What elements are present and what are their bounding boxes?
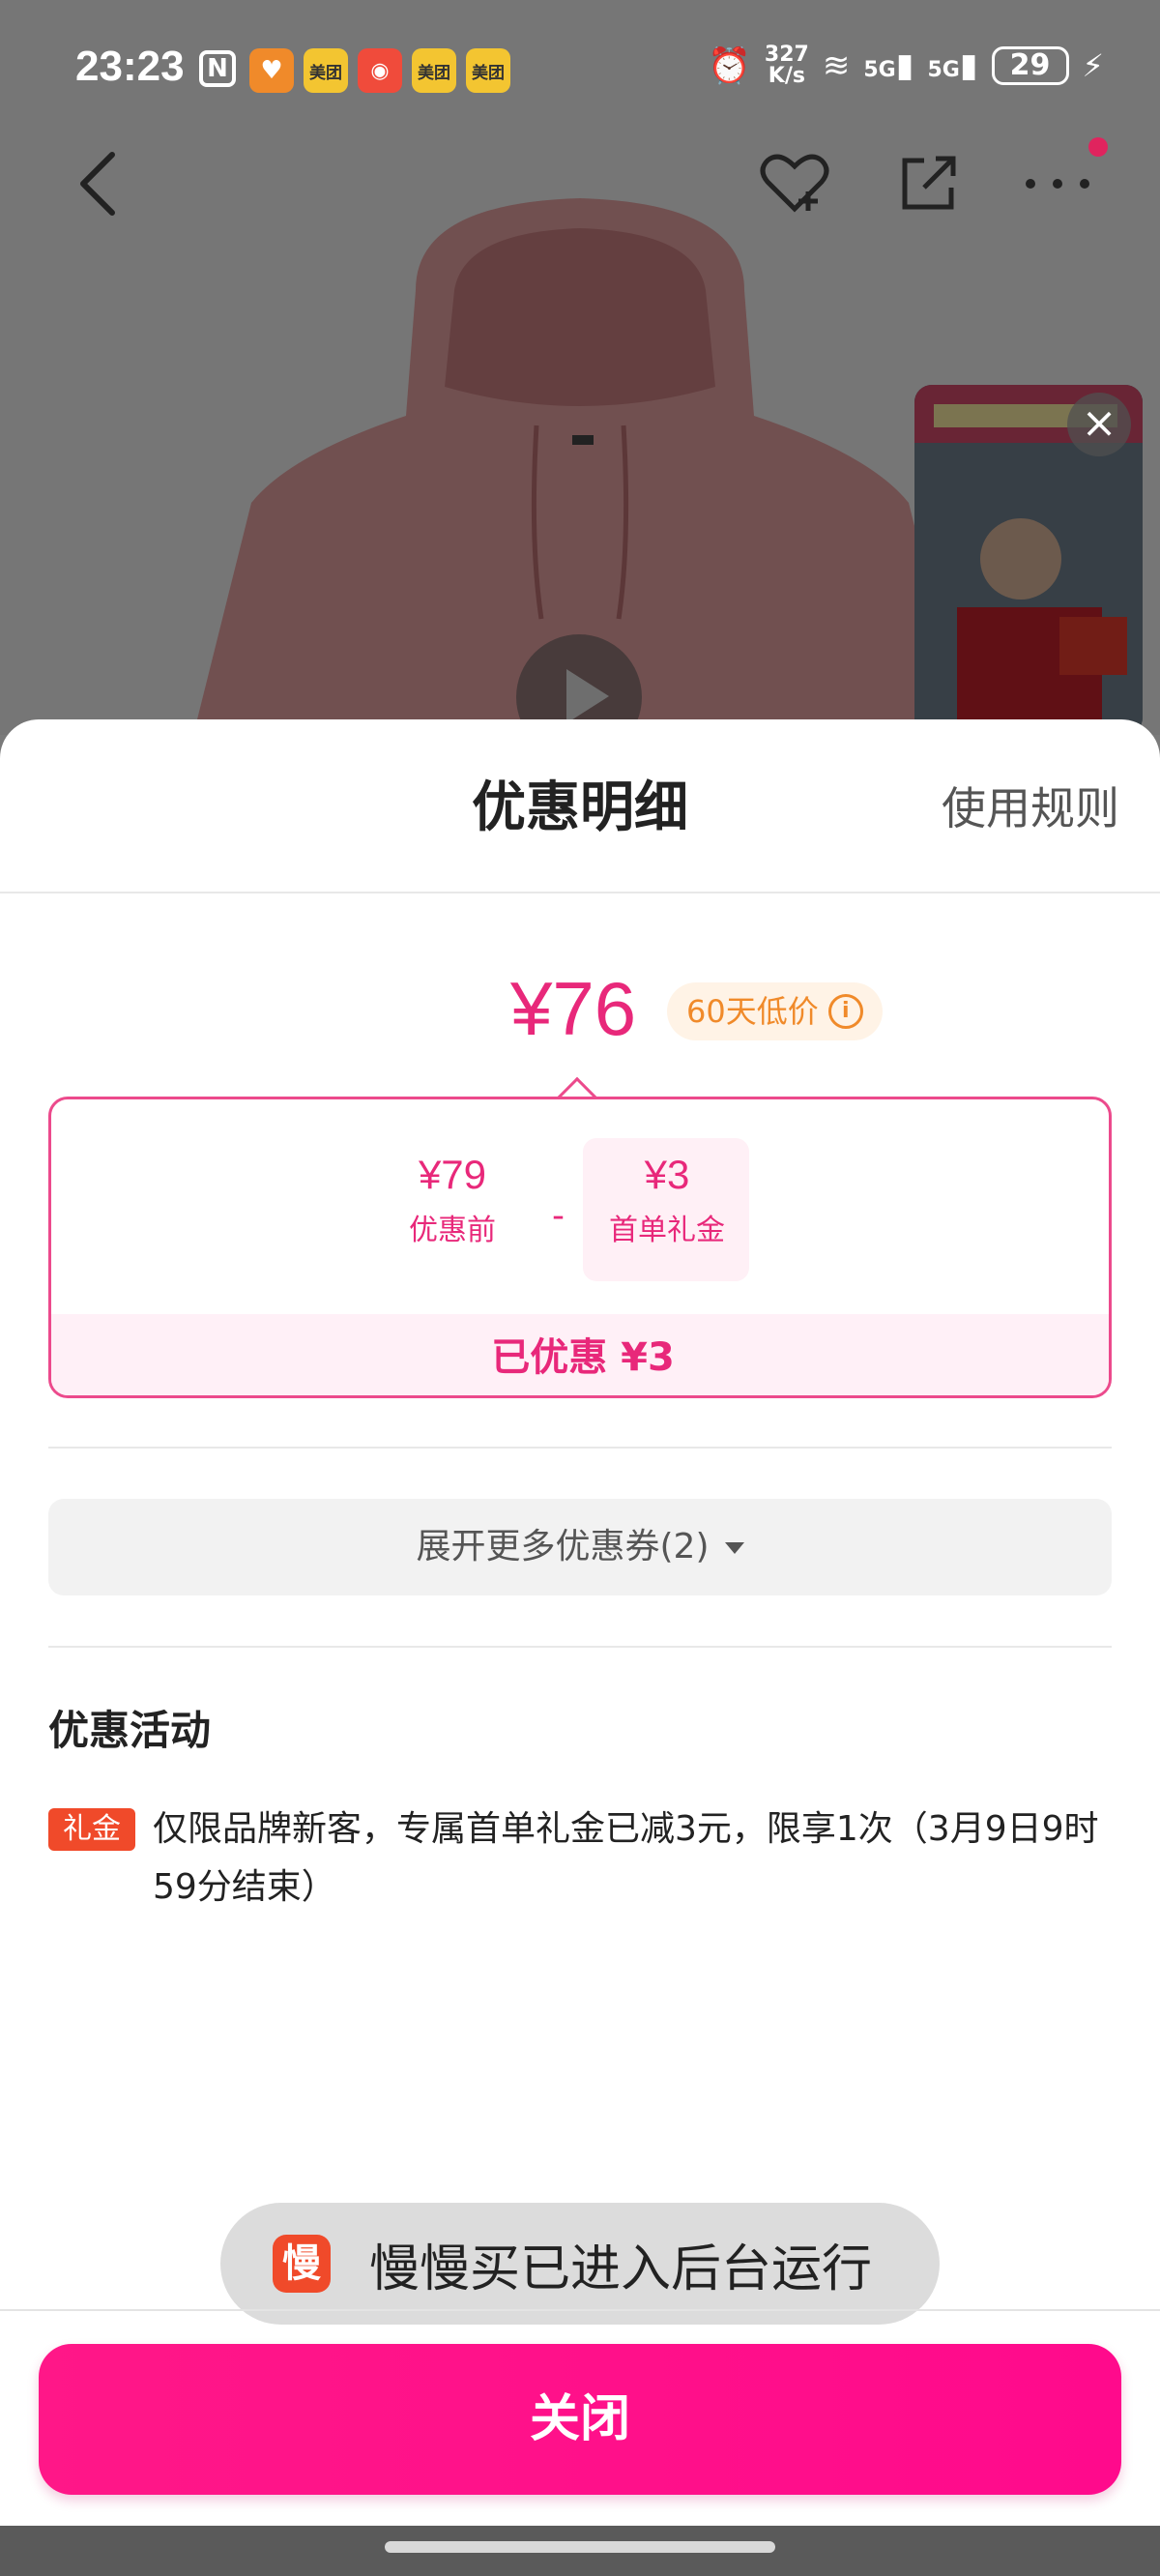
share-icon[interactable]	[895, 149, 963, 217]
close-button[interactable]: 关闭	[39, 2344, 1121, 2495]
signal-label: 5G	[863, 58, 896, 82]
promo-section-title: 优惠活动	[48, 1707, 212, 1754]
saved-amount: 已优惠 ¥3	[51, 1314, 1109, 1395]
manmanmai-app-icon: 慢	[273, 2235, 331, 2293]
expand-coupons-button[interactable]: 展开更多优惠券(2)	[48, 1499, 1112, 1595]
divider	[0, 892, 1160, 893]
minus-sign: -	[552, 1196, 565, 1236]
app-notification-icon: ◉	[358, 48, 402, 93]
back-icon[interactable]	[68, 145, 135, 222]
expand-coupons-label: 展开更多优惠券(2)	[416, 1527, 710, 1566]
more-icon[interactable]	[1019, 164, 1096, 203]
original-price-item: ¥79 优惠前	[370, 1152, 535, 1248]
network-speed-unit: K/s	[768, 64, 805, 88]
app-notification-icon: ♥	[249, 48, 294, 93]
nfc-icon: N	[199, 50, 236, 87]
network-speed: 327 K/s	[765, 44, 809, 87]
wifi-icon: ≋	[822, 46, 851, 85]
background-toast: 慢 慢慢买已进入后台运行	[220, 2203, 940, 2325]
signal-icon: 5G▮	[927, 46, 978, 85]
close-live-icon[interactable]: ×	[1067, 393, 1131, 456]
price-calculation-box: ¥79 优惠前 - ¥3 首单礼金 已优惠 ¥3	[48, 1097, 1112, 1398]
gift-label: 首单礼金	[609, 1214, 725, 1247]
gift-item: ¥3 首单礼金	[585, 1152, 749, 1248]
original-price-value: ¥79	[418, 1152, 487, 1197]
promo-tag: 礼金	[48, 1808, 135, 1851]
divider	[48, 1447, 1112, 1449]
meituan-icon: 美团	[304, 48, 348, 93]
signal-label: 5G	[927, 58, 960, 82]
usage-rules-link[interactable]: 使用规则	[942, 774, 1119, 837]
alarm-icon: ⏰	[708, 46, 751, 86]
gift-value: ¥3	[644, 1152, 690, 1197]
product-page-background: 23:23 N ♥ 美团 ◉ 美团 美团 ⏰ 327 K/s ≋ 5G▮ 5G▮…	[0, 0, 1160, 735]
meituan-icon: 美团	[412, 48, 456, 93]
charging-icon: ⚡	[1082, 47, 1104, 84]
divider	[48, 1646, 1112, 1648]
low-price-badge[interactable]: 60天低价 i	[667, 982, 883, 1040]
notification-icons: ♥ 美团 ◉ 美团 美团	[249, 48, 510, 93]
battery-indicator: 29	[991, 46, 1069, 85]
promo-description: 仅限品牌新客，专属首单礼金已减3元，限享1次（3月9日9时59分结束）	[153, 1809, 1099, 1907]
meituan-icon: 美团	[466, 48, 510, 93]
status-bar: 23:23 N ♥ 美团 ◉ 美团 美团 ⏰ 327 K/s ≋ 5G▮ 5G▮…	[0, 0, 1160, 116]
toast-text: 慢慢买已进入后台运行	[369, 2239, 873, 2298]
favorite-add-icon[interactable]	[756, 149, 833, 217]
caret-down-icon	[724, 1542, 744, 1554]
status-indicators: ⏰ 327 K/s ≋ 5G▮ 5G▮ 29 ⚡	[708, 44, 1104, 87]
low-price-label: 60天低价	[686, 993, 819, 1030]
status-time: 23:23	[75, 43, 185, 90]
divider	[0, 2309, 1160, 2311]
signal-icon: 5G▮	[863, 46, 914, 85]
notification-dot	[1088, 137, 1108, 157]
product-navbar	[0, 135, 1160, 232]
final-price: ¥76	[510, 966, 637, 1051]
original-price-label: 优惠前	[409, 1214, 496, 1247]
network-speed-value: 327	[764, 43, 809, 67]
info-icon[interactable]: i	[827, 994, 863, 1029]
home-indicator[interactable]	[385, 2541, 775, 2553]
